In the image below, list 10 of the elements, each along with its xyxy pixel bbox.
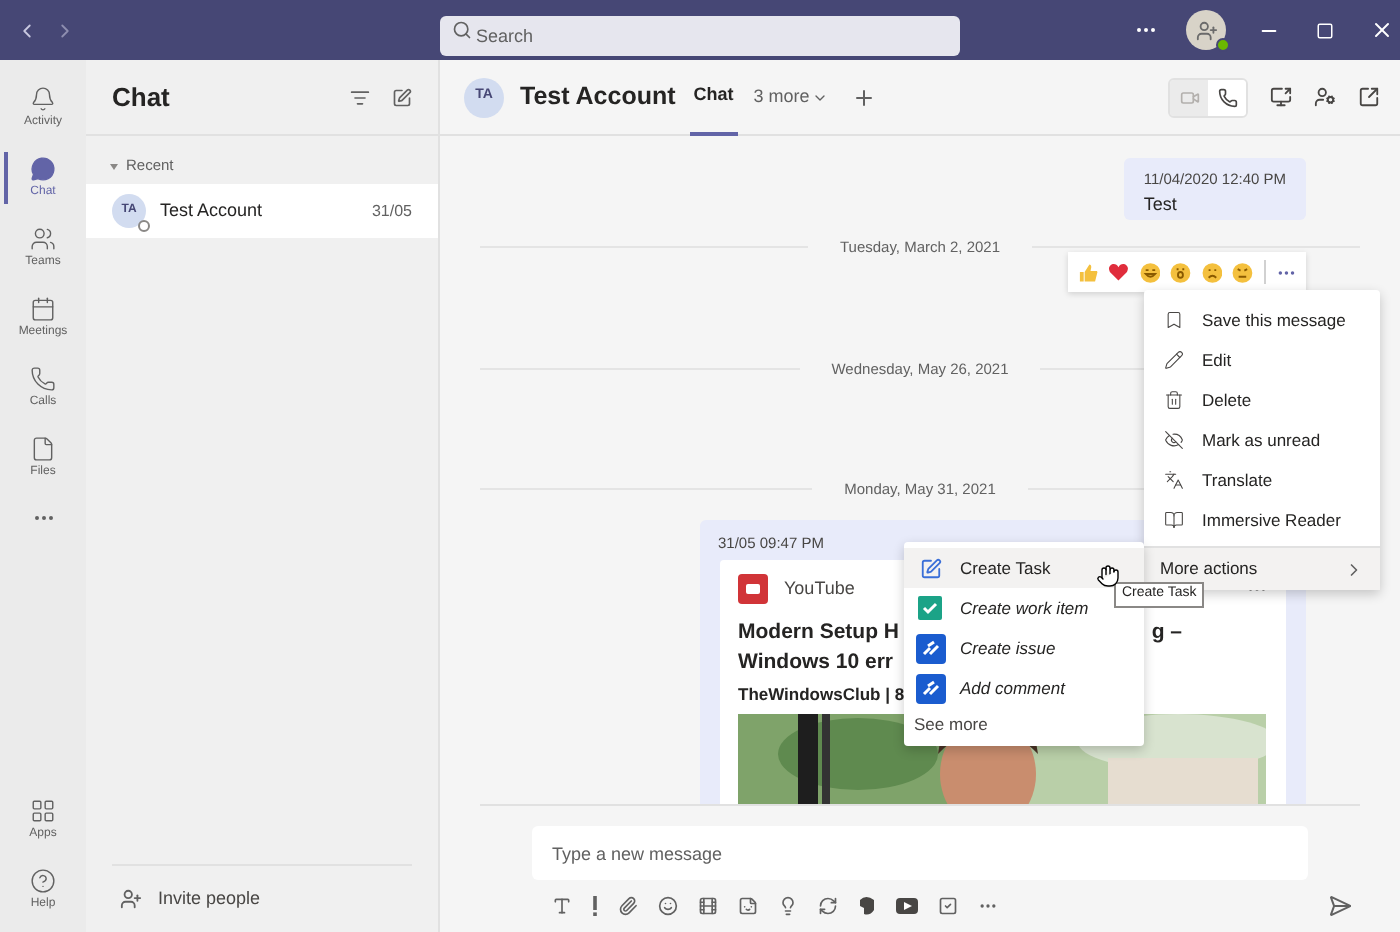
card-title: Modern Setup H — [738, 617, 899, 647]
card-title: Windows 10 err — [738, 647, 894, 677]
source-name: YouTube — [784, 575, 855, 602]
conversation-title: Test Account — [520, 80, 676, 115]
card-byline: TheWindowsClub | 8 — [738, 681, 905, 707]
card-title: g – — [1151, 617, 1182, 647]
panel-title: Chat — [112, 79, 170, 116]
message-text: Test — [1143, 192, 1179, 219]
contact-name: Test Account — [160, 197, 263, 224]
chat-date: 31/05 — [371, 199, 412, 223]
